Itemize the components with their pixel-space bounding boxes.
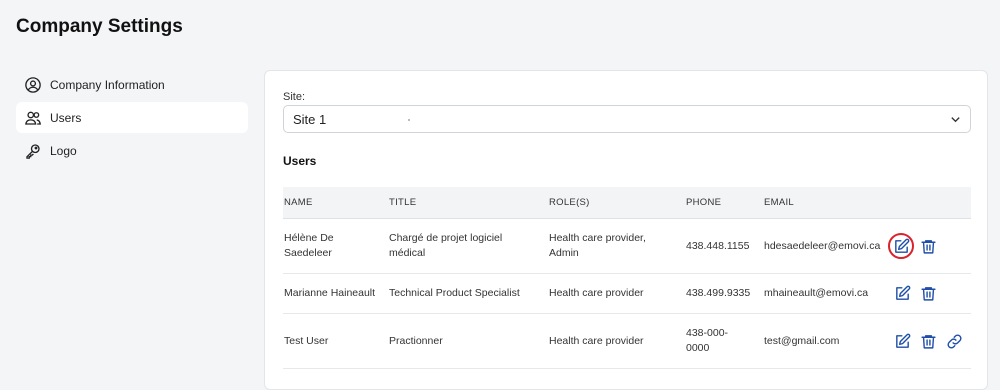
edit-user-button[interactable] bbox=[892, 284, 912, 304]
sidebar-item-label: Users bbox=[50, 110, 82, 125]
users-table: NAME TITLE ROLE(S) PHONE EMAIL Hélène De… bbox=[283, 187, 971, 369]
page-title: Company Settings bbox=[16, 16, 183, 37]
users-icon bbox=[24, 109, 42, 127]
column-header-phone: PHONE bbox=[686, 197, 722, 208]
chevron-down-icon bbox=[950, 114, 961, 125]
column-header-name: NAME bbox=[284, 197, 313, 208]
table-row: Hélène De Saedeleer Chargé de projet log… bbox=[283, 219, 971, 274]
cell-name: Hélène De Saedeleer bbox=[284, 232, 334, 259]
key-icon bbox=[24, 142, 42, 160]
cell-email: hdesaedeleer@emovi.ca bbox=[764, 239, 881, 252]
edit-icon bbox=[895, 333, 910, 348]
row-actions bbox=[892, 331, 971, 351]
cell-phone: 438-000-0000 bbox=[686, 327, 729, 354]
cell-title: Practionner bbox=[389, 334, 443, 347]
edit-user-button[interactable] bbox=[892, 331, 912, 351]
users-heading: Users bbox=[283, 154, 317, 168]
sidebar-item-label: Logo bbox=[50, 143, 77, 158]
settings-card: Site: Site 1 Users NAME TITLE ROLE(S) PH… bbox=[264, 70, 988, 390]
sidebar-item-users[interactable]: Users bbox=[16, 102, 248, 133]
edit-icon bbox=[895, 285, 910, 300]
settings-sidebar: Company Information Users Logo bbox=[16, 69, 248, 168]
delete-user-button[interactable] bbox=[918, 236, 938, 256]
edit-icon bbox=[894, 238, 909, 253]
cell-phone: 438.499.9335 bbox=[686, 287, 751, 299]
sidebar-item-label: Company Information bbox=[50, 77, 165, 92]
site-select-value: Site 1 bbox=[293, 111, 327, 127]
trash-icon bbox=[920, 287, 936, 301]
user-circle-icon bbox=[24, 76, 42, 94]
table-row: Marianne Haineault Technical Product Spe… bbox=[283, 274, 971, 314]
delete-user-button[interactable] bbox=[918, 284, 938, 304]
cell-email: test@gmail.com bbox=[764, 334, 840, 347]
table-header: NAME TITLE ROLE(S) PHONE EMAIL bbox=[283, 187, 971, 219]
select-artifact bbox=[408, 119, 410, 121]
copy-link-button[interactable] bbox=[944, 331, 964, 351]
cell-roles: Health care provider bbox=[549, 287, 644, 299]
cell-email: mhaineault@emovi.ca bbox=[764, 287, 869, 299]
trash-icon bbox=[920, 334, 936, 349]
site-label: Site: bbox=[283, 91, 306, 103]
site-select[interactable]: Site 1 bbox=[283, 105, 971, 133]
row-actions bbox=[892, 284, 971, 304]
cell-roles: Health care provider bbox=[549, 334, 644, 347]
column-header-email: EMAIL bbox=[764, 197, 795, 208]
cell-name: Marianne Haineault bbox=[284, 287, 376, 299]
cell-roles: Health care provider, Admin bbox=[549, 232, 646, 259]
column-header-title: TITLE bbox=[389, 197, 417, 208]
cell-title: Chargé de projet logiciel médical bbox=[389, 232, 503, 259]
table-row: Test User Practionner Health care provid… bbox=[283, 314, 971, 369]
cell-name: Test User bbox=[284, 334, 329, 347]
sidebar-item-company-information[interactable]: Company Information bbox=[16, 69, 248, 100]
trash-icon bbox=[920, 239, 936, 254]
link-icon bbox=[946, 333, 962, 349]
row-actions bbox=[888, 233, 971, 259]
cell-phone: 438.448.1155 bbox=[686, 239, 750, 252]
edit-user-button[interactable] bbox=[888, 233, 914, 259]
delete-user-button[interactable] bbox=[918, 331, 938, 351]
column-header-roles: ROLE(S) bbox=[549, 197, 590, 208]
sidebar-item-logo[interactable]: Logo bbox=[16, 135, 248, 166]
cell-title: Technical Product Specialist bbox=[389, 287, 520, 299]
